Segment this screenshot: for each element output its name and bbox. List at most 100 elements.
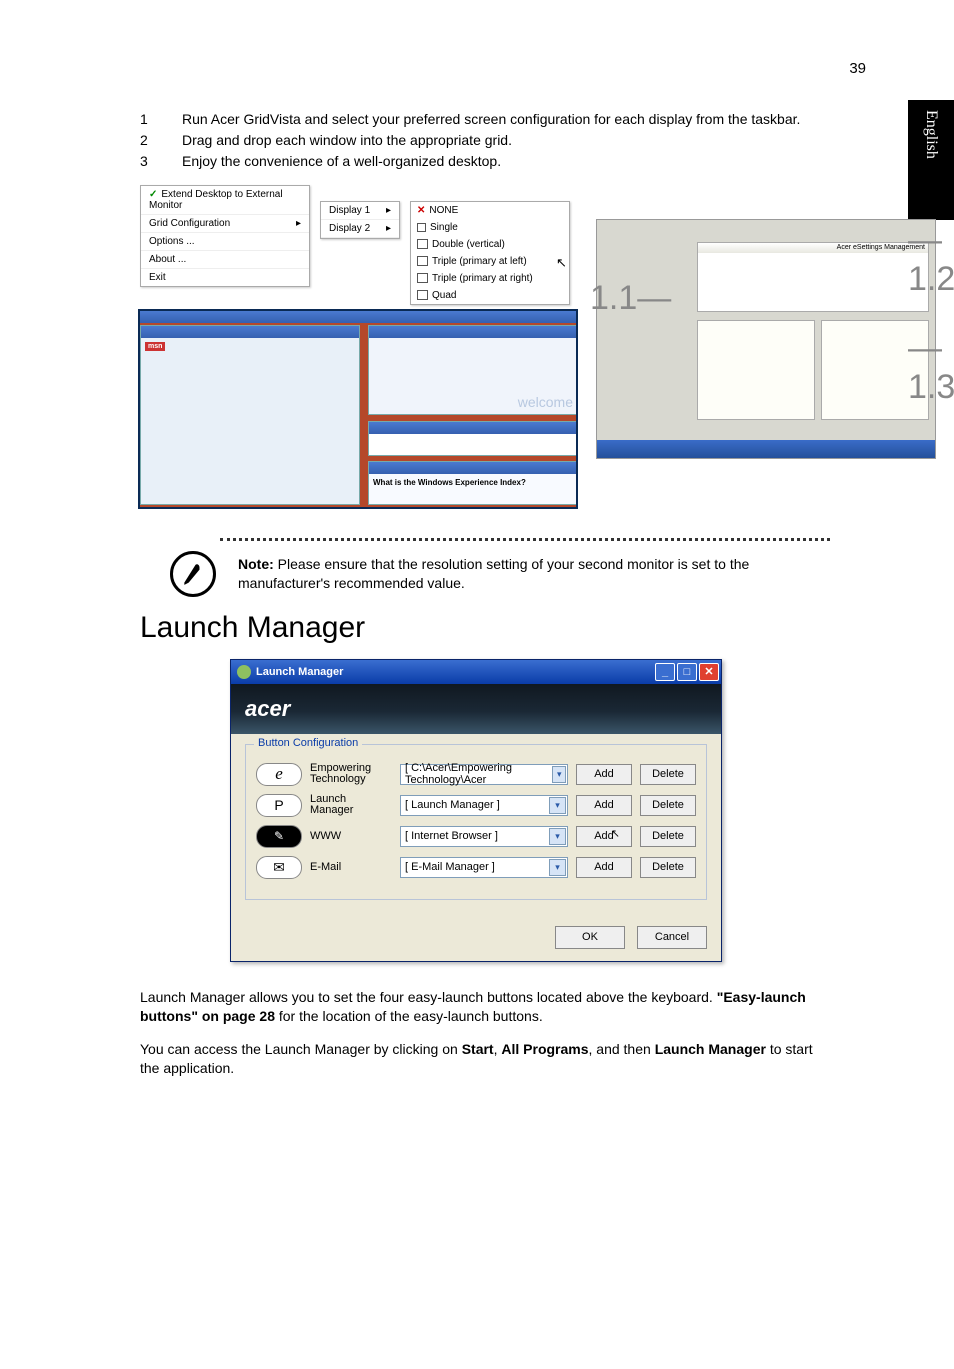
cursor-icon: ↖	[611, 827, 620, 840]
program-select[interactable]: [ Launch Manager ] ▾	[400, 795, 568, 816]
keycap-p[interactable]: P	[256, 794, 302, 817]
desktop-screenshot-organized: Acer eSettings Management	[596, 219, 936, 459]
submenu-display1[interactable]: Display 1▸	[321, 202, 399, 220]
brand-logo: acer	[245, 696, 290, 722]
menu-label: Triple (primary at right)	[432, 273, 533, 284]
step-text: Enjoy the convenience of a well-organize…	[182, 152, 830, 171]
config-row: e Empowering Technology [ C:\Acer\Empowe…	[256, 763, 696, 786]
minimize-button[interactable]: _	[655, 663, 675, 681]
menu-item-about[interactable]: About ...	[141, 251, 309, 269]
titlebar[interactable]: Launch Manager _ □ ✕	[231, 660, 721, 684]
menu-item-extend[interactable]: ✓Extend Desktop to External Monitor	[141, 186, 309, 215]
menu-label: NONE	[429, 205, 458, 216]
msn-label: msn	[145, 342, 165, 351]
page-number: 39	[849, 60, 866, 77]
menu-label: Display 2	[329, 223, 370, 234]
layout-triple-left[interactable]: Triple (primary at left)	[411, 253, 569, 270]
step-number: 1	[140, 110, 182, 129]
menu-item-exit[interactable]: Exit	[141, 269, 309, 286]
step-row: 2 Drag and drop each window into the app…	[140, 131, 830, 150]
wei-label: What is the Windows Experience Index?	[369, 474, 577, 491]
menu-label: Single	[430, 222, 458, 233]
step-text: Run Acer GridVista and select your prefe…	[182, 110, 830, 129]
step-row: 3 Enjoy the convenience of a well-organi…	[140, 152, 830, 171]
display-submenu: Display 1▸ Display 2▸	[320, 201, 400, 239]
heading-launch-manager: Launch Manager	[140, 611, 830, 645]
program-select[interactable]: [ E-Mail Manager ] ▾	[400, 857, 568, 878]
paragraph-1: Launch Manager allows you to set the fou…	[140, 988, 830, 1026]
cursor-icon: ↖	[556, 255, 567, 271]
add-button[interactable]: Add	[576, 795, 632, 816]
note-text: Note: Please ensure that the resolution …	[238, 551, 830, 593]
layout-none[interactable]: ✕NONE	[411, 202, 569, 219]
button-config-group: Button Configuration e Empowering Techno…	[245, 744, 707, 900]
context-menu: ✓Extend Desktop to External Monitor Grid…	[140, 185, 310, 287]
config-row: P Launch Manager [ Launch Manager ] ▾ Ad…	[256, 794, 696, 817]
delete-button[interactable]: Delete	[640, 795, 696, 816]
keycap-empowering[interactable]: e	[256, 763, 302, 786]
step-number: 3	[140, 152, 182, 171]
menu-label: Double (vertical)	[432, 239, 505, 250]
screenshots-area: ✓Extend Desktop to External Monitor Grid…	[120, 179, 920, 524]
menu-label: Quad	[432, 290, 456, 301]
callout-1-3: —1.3	[908, 329, 954, 407]
config-row: ✎ WWW [ Internet Browser ] ▾ Add ↖ Delet…	[256, 825, 696, 848]
note-icon	[170, 551, 216, 597]
delete-button[interactable]: Delete	[640, 826, 696, 847]
window-title: Launch Manager	[256, 666, 343, 678]
callout-1-1: 1.1—	[590, 279, 671, 318]
launch-manager-window: Launch Manager _ □ ✕ acer Button Configu…	[230, 659, 722, 962]
main-content: 1 Run Acer GridVista and select your pre…	[140, 110, 830, 1077]
row-label: E-Mail	[310, 862, 392, 874]
close-button[interactable]: ✕	[699, 663, 719, 681]
add-button[interactable]: Add	[576, 857, 632, 878]
layout-triple-right[interactable]: Triple (primary at right)	[411, 270, 569, 287]
menu-label: Options ...	[149, 236, 195, 247]
app-icon	[237, 665, 251, 679]
desktop-screenshot-messy: msn welcome What is the Windows Experien…	[138, 309, 578, 509]
menu-label: Triple (primary at left)	[432, 256, 527, 267]
delete-button[interactable]: Delete	[640, 857, 696, 878]
add-button[interactable]: Add	[576, 826, 632, 847]
add-button[interactable]: Add	[576, 764, 632, 785]
layout-double[interactable]: Double (vertical)	[411, 236, 569, 253]
dropdown-icon[interactable]: ▾	[549, 828, 566, 845]
select-value: [ Internet Browser ]	[405, 830, 498, 842]
select-value: [ C:\Acer\Empowering Technology\Acer	[405, 762, 552, 786]
keycap-www[interactable]: ✎	[256, 825, 302, 848]
layout-single[interactable]: Single	[411, 219, 569, 236]
menu-label: Display 1	[329, 205, 370, 216]
paragraph-2: You can access the Launch Manager by cli…	[140, 1040, 830, 1078]
delete-button[interactable]: Delete	[640, 764, 696, 785]
menu-item-grid[interactable]: Grid Configuration▸	[141, 215, 309, 233]
maximize-button[interactable]: □	[677, 663, 697, 681]
dropdown-icon[interactable]: ▾	[549, 859, 566, 876]
group-label: Button Configuration	[254, 737, 362, 749]
menu-item-options[interactable]: Options ...	[141, 233, 309, 251]
menu-label: Exit	[149, 272, 166, 283]
brand-bar: acer	[231, 684, 721, 734]
row-label: Launch Manager	[310, 794, 392, 817]
callout-1-2: —1.2	[908, 221, 954, 299]
program-select[interactable]: [ C:\Acer\Empowering Technology\Acer ▾	[400, 764, 568, 785]
menu-label: Grid Configuration	[149, 218, 230, 229]
config-row: ✉ E-Mail [ E-Mail Manager ] ▾ Add Delete	[256, 856, 696, 879]
welcome-label: welcome	[518, 394, 573, 410]
layout-submenu: ✕NONE Single Double (vertical) Triple (p…	[410, 201, 570, 305]
ok-button[interactable]: OK	[555, 926, 625, 949]
layout-quad[interactable]: Quad	[411, 287, 569, 304]
select-value: [ Launch Manager ]	[405, 799, 500, 811]
row-label: Empowering Technology	[310, 763, 392, 786]
submenu-display2[interactable]: Display 2▸	[321, 220, 399, 238]
menu-label: About ...	[149, 254, 186, 265]
dotted-separator	[220, 538, 830, 541]
cancel-button[interactable]: Cancel	[637, 926, 707, 949]
select-value: [ E-Mail Manager ]	[405, 861, 495, 873]
step-text: Drag and drop each window into the appro…	[182, 131, 830, 150]
program-select[interactable]: [ Internet Browser ] ▾	[400, 826, 568, 847]
keycap-email[interactable]: ✉	[256, 856, 302, 879]
step-number: 2	[140, 131, 182, 150]
note-block: Note: Please ensure that the resolution …	[140, 551, 830, 597]
dropdown-icon[interactable]: ▾	[549, 797, 566, 814]
dropdown-icon[interactable]: ▾	[552, 766, 566, 783]
